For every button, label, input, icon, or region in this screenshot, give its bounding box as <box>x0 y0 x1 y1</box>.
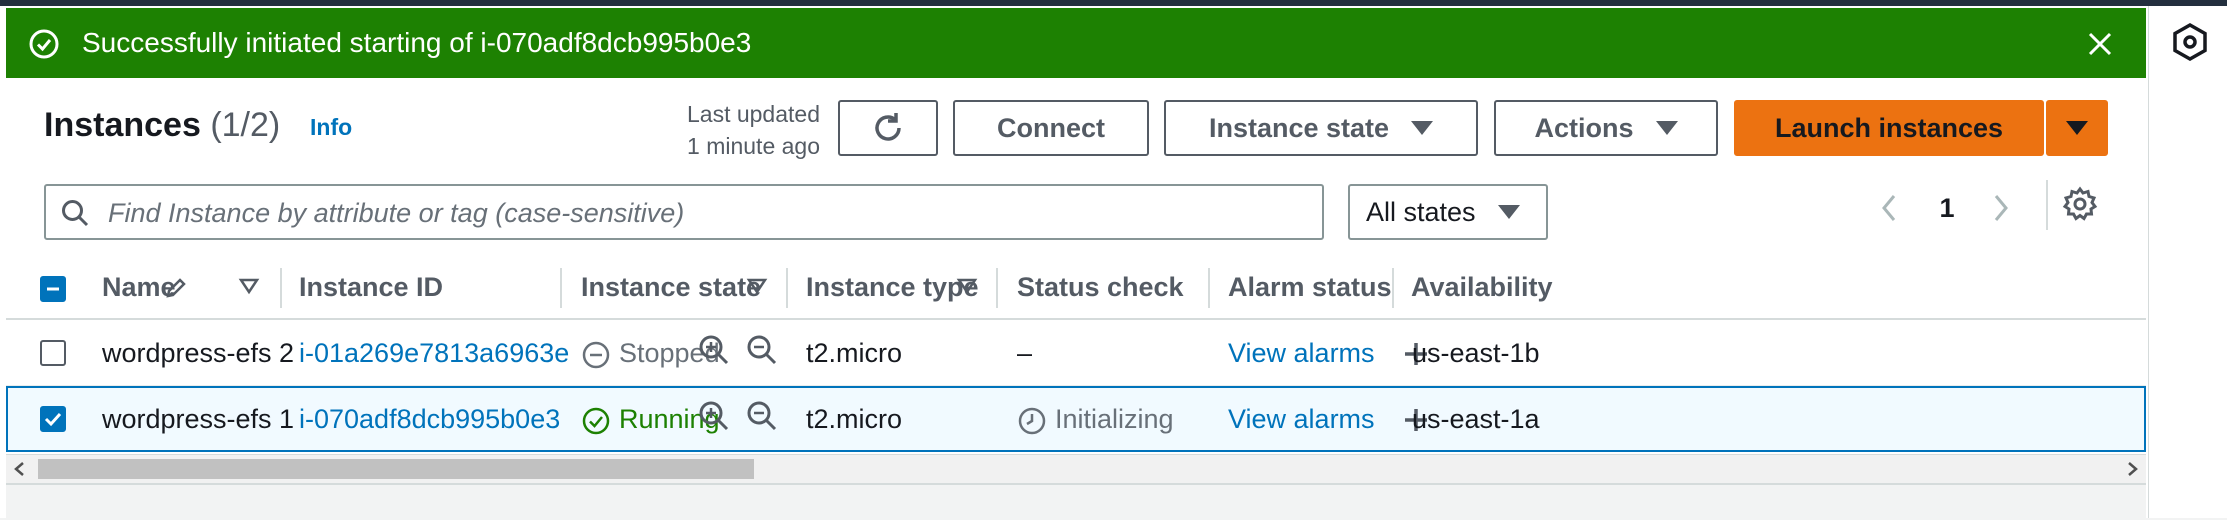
zoom-in-icon[interactable] <box>698 334 730 366</box>
caret-down-icon <box>1411 121 1434 135</box>
col-header-instance-type[interactable]: Instance type <box>806 270 979 304</box>
pencil-icon <box>166 278 186 298</box>
column-divider[interactable] <box>996 268 998 308</box>
instances-table: Name Instance ID Instance state Instance… <box>6 254 2146 454</box>
caret-down-icon <box>1655 121 1678 135</box>
search-box <box>44 184 1324 240</box>
gear-icon[interactable] <box>2060 184 2100 224</box>
clock-icon <box>1018 407 1046 435</box>
connect-button[interactable]: Connect <box>953 100 1149 156</box>
info-link[interactable]: Info <box>310 114 352 141</box>
column-divider[interactable] <box>1392 268 1394 308</box>
scroll-right-icon[interactable] <box>2124 461 2140 477</box>
table-row-selected[interactable]: wordpress-efs 1 i-070adf8dcb995b0e3 Runn… <box>6 386 2146 452</box>
refresh-icon <box>875 113 901 141</box>
column-divider[interactable] <box>560 268 562 308</box>
state-filter-select[interactable]: All states <box>1348 184 1548 240</box>
launch-label: Launch instances <box>1774 112 2004 143</box>
column-divider[interactable] <box>1208 268 1210 308</box>
close-icon[interactable] <box>2084 28 2116 60</box>
page-number[interactable]: 1 <box>1932 188 1962 228</box>
col-header-instance-state[interactable]: Instance state <box>581 270 761 304</box>
instance-name: wordpress-efs 2 <box>102 338 295 368</box>
sort-icon[interactable] <box>956 276 978 296</box>
select-all-checkbox[interactable] <box>40 276 66 302</box>
actions-dropdown[interactable]: Actions <box>1494 100 1718 156</box>
state-filter-value: All states <box>1366 196 1476 227</box>
caret-down-icon <box>2066 121 2088 135</box>
col-header-availability[interactable]: Availability <box>1411 270 1553 304</box>
horizontal-scrollbar[interactable] <box>6 454 2146 483</box>
status-check-value: – <box>1017 338 1033 368</box>
instance-id-link[interactable]: i-01a269e7813a6963e <box>299 336 569 370</box>
previous-page-icon[interactable] <box>1874 188 1904 228</box>
col-header-instance-id[interactable]: Instance ID <box>299 270 443 304</box>
view-alarms-link[interactable]: View alarms <box>1228 336 1375 370</box>
search-input[interactable] <box>106 192 1310 234</box>
page-title: Instances (1/2) <box>44 104 280 146</box>
scrollbar-thumb[interactable] <box>38 459 754 479</box>
connect-label: Connect <box>997 112 1105 143</box>
row-checkbox[interactable] <box>40 406 66 432</box>
table-header: Name Instance ID Instance state Instance… <box>6 254 2146 320</box>
availability-zone: us-east-1a <box>1412 404 1540 434</box>
zoom-out-icon[interactable] <box>746 334 778 366</box>
success-flash-banner: Successfully initiated starting of i-070… <box>6 8 2146 78</box>
last-updated-time: 1 minute ago <box>687 133 820 159</box>
selection-count: (1/2) <box>210 106 281 144</box>
refresh-button[interactable] <box>838 100 938 156</box>
split-panel-divider <box>6 483 2146 520</box>
instance-state-label: Instance state <box>1208 112 1390 143</box>
instance-name: wordpress-efs 1 <box>102 404 295 434</box>
last-updated: Last updated 1 minute ago <box>640 98 820 162</box>
checkmark-icon <box>44 412 62 427</box>
running-check-icon <box>582 407 610 435</box>
search-icon <box>62 200 89 227</box>
right-utility-strip <box>2148 6 2227 518</box>
caret-down-icon <box>1497 205 1520 219</box>
pager-divider <box>2046 180 2048 230</box>
flash-message: Successfully initiated starting of i-070… <box>82 27 752 58</box>
row-checkbox[interactable] <box>40 340 66 366</box>
launch-options-dropdown[interactable] <box>2046 100 2108 156</box>
instance-id-link[interactable]: i-070adf8dcb995b0e3 <box>299 402 560 436</box>
col-header-status-check[interactable]: Status check <box>1017 270 1184 304</box>
table-row[interactable]: wordpress-efs 2 i-01a269e7813a6963e Stop… <box>6 320 2146 386</box>
success-check-icon <box>29 29 59 59</box>
last-updated-label: Last updated <box>686 101 820 127</box>
zoom-in-icon[interactable] <box>698 400 730 432</box>
page-title-text: Instances <box>44 106 201 144</box>
sort-icon[interactable] <box>238 276 260 296</box>
stopped-icon <box>582 341 610 369</box>
instance-state-dropdown[interactable]: Instance state <box>1164 100 1478 156</box>
next-page-icon[interactable] <box>1986 188 2016 228</box>
col-header-alarm-status[interactable]: Alarm status <box>1228 270 1392 304</box>
status-check-value: Initializing <box>1055 404 1174 434</box>
zoom-out-icon[interactable] <box>746 400 778 432</box>
column-divider[interactable] <box>280 268 282 308</box>
sort-icon[interactable] <box>746 276 768 296</box>
view-alarms-link[interactable]: View alarms <box>1228 402 1375 436</box>
indeterminate-icon <box>47 287 59 291</box>
availability-zone: us-east-1b <box>1412 338 1540 368</box>
actions-label: Actions <box>1534 112 1634 143</box>
hexagon-settings-icon[interactable] <box>2170 22 2210 62</box>
instance-type-value: t2.micro <box>806 338 903 368</box>
instance-type-value: t2.micro <box>806 404 903 434</box>
column-divider[interactable] <box>786 268 788 308</box>
scroll-left-icon[interactable] <box>12 461 28 477</box>
launch-instances-button[interactable]: Launch instances <box>1734 100 2044 156</box>
